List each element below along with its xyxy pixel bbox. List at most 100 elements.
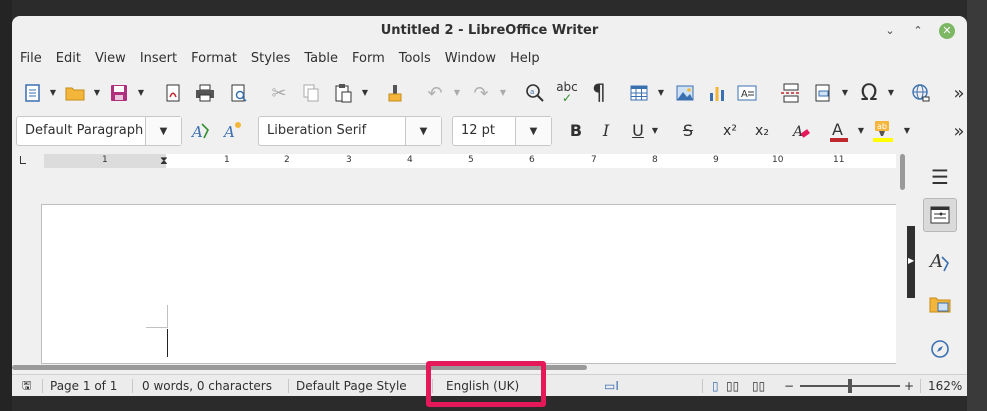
highlight-color-dropdown-arrow[interactable]: ▼ <box>902 124 912 138</box>
page-count[interactable]: Page 1 of 1 <box>50 375 117 397</box>
bold-button[interactable]: B <box>564 120 588 142</box>
vertical-scrollbar-thumb[interactable] <box>900 154 905 190</box>
new-style-icon[interactable]: A <box>220 118 246 144</box>
spellcheck-icon[interactable]: abc ✓ <box>554 80 580 106</box>
subscript-button[interactable]: x₂ <box>750 120 774 142</box>
font-color-icon[interactable]: A <box>826 118 852 144</box>
open-dropdown-arrow[interactable]: ▼ <box>92 86 102 100</box>
find-replace-icon[interactable]: a <box>522 80 548 106</box>
word-count[interactable]: 0 words, 0 characters <box>142 375 272 397</box>
zoom-in-button[interactable]: + <box>904 375 914 397</box>
menu-window[interactable]: Window <box>438 48 503 70</box>
font-name-value[interactable]: Liberation Serif <box>267 117 407 145</box>
sidebar-gallery-icon[interactable] <box>923 288 957 322</box>
document-modified-icon[interactable]: 🖫 <box>22 375 31 397</box>
copy-icon[interactable] <box>298 80 324 106</box>
menu-format[interactable]: Format <box>184 48 244 70</box>
svg-text:A: A <box>791 124 803 140</box>
formatting-marks-icon[interactable]: ¶ <box>586 80 612 106</box>
save-icon[interactable] <box>106 80 132 106</box>
undo-icon[interactable]: ↶ <box>422 80 448 106</box>
new-document-icon[interactable] <box>20 80 46 106</box>
font-color-dropdown-arrow[interactable]: ▼ <box>856 124 866 138</box>
zoom-out-button[interactable]: − <box>784 375 794 397</box>
paragraph-style-combo[interactable]: Default Paragraph ▼ <box>16 116 182 146</box>
ruler-label: 1 <box>102 155 108 165</box>
export-pdf-icon[interactable] <box>160 80 186 106</box>
zoom-level[interactable]: 162% <box>928 375 962 397</box>
menu-view[interactable]: View <box>88 48 133 70</box>
strikethrough-button[interactable]: S <box>676 120 700 142</box>
zoom-slider-knob[interactable] <box>848 379 852 393</box>
document-page[interactable] <box>41 204 896 364</box>
ruler-label: 1 <box>224 155 230 165</box>
insert-textbox-icon[interactable]: A <box>734 80 760 106</box>
book-view-icon[interactable]: ▯▯ <box>752 375 765 397</box>
single-page-view-icon[interactable]: ▯ <box>712 375 719 397</box>
paste-icon[interactable] <box>330 80 356 106</box>
hyperlink-icon[interactable] <box>908 80 934 106</box>
insert-field-dropdown-arrow[interactable]: ▼ <box>840 86 850 100</box>
underline-dropdown-arrow[interactable]: ▼ <box>650 124 660 138</box>
menu-form[interactable]: Form <box>345 48 392 70</box>
special-character-icon[interactable]: Ω <box>856 80 882 106</box>
font-size-combo[interactable]: 12 pt ▼ <box>452 116 552 146</box>
minimize-button[interactable]: ⌄ <box>882 23 898 39</box>
page-style[interactable]: Default Page Style <box>296 375 407 397</box>
menu-tools[interactable]: Tools <box>392 48 438 70</box>
more-formatting-toolbar-button[interactable]: » <box>946 118 967 144</box>
insert-chart-icon[interactable] <box>704 80 730 106</box>
sidebar-navigator-icon[interactable] <box>923 332 957 366</box>
superscript-button[interactable]: x² <box>718 120 742 142</box>
indent-marker-icon[interactable]: ⧗ <box>160 154 170 168</box>
horizontal-ruler[interactable]: ⧗ 1 1 2 3 4 5 6 7 8 9 10 11 <box>12 154 902 172</box>
svg-text:ab: ab <box>877 122 887 131</box>
font-name-dropdown-arrow[interactable]: ▼ <box>405 117 441 145</box>
font-size-value[interactable]: 12 pt <box>461 117 519 145</box>
clone-formatting-icon[interactable] <box>382 80 408 106</box>
menu-table[interactable]: Table <box>297 48 345 70</box>
insert-table-icon[interactable] <box>626 80 652 106</box>
sidebar-collapse-handle[interactable]: ▶ <box>907 226 915 298</box>
sidebar-properties-icon[interactable] <box>923 198 957 232</box>
menu-insert[interactable]: Insert <box>133 48 184 70</box>
more-standard-toolbar-button[interactable]: » <box>946 80 967 106</box>
print-icon[interactable] <box>192 80 218 106</box>
page-break-icon[interactable] <box>778 80 804 106</box>
close-button[interactable]: ✕ <box>939 23 955 39</box>
sidebar-styles-icon[interactable]: A <box>923 244 957 278</box>
save-dropdown-arrow[interactable]: ▼ <box>136 86 146 100</box>
cut-icon[interactable]: ✂ <box>266 80 292 106</box>
multi-page-view-icon[interactable]: ▯▯ <box>726 375 739 397</box>
undo-dropdown-arrow[interactable]: ▼ <box>452 86 462 100</box>
insert-mode-icon[interactable]: ▭I <box>604 375 619 397</box>
menu-help[interactable]: Help <box>503 48 547 70</box>
italic-button[interactable]: I <box>594 120 618 142</box>
maximize-button[interactable]: ⌃ <box>910 23 926 39</box>
title-bar[interactable]: Untitled 2 - LibreOffice Writer ⌄ ⌃ ✕ <box>12 16 967 46</box>
update-style-icon[interactable]: A <box>188 118 214 144</box>
menu-edit[interactable]: Edit <box>49 48 88 70</box>
highlight-color-icon[interactable]: ab <box>870 118 896 144</box>
new-dropdown-arrow[interactable]: ▼ <box>48 86 58 100</box>
clear-formatting-icon[interactable]: A <box>788 118 814 144</box>
underline-button[interactable]: U <box>626 120 650 142</box>
font-size-dropdown-arrow[interactable]: ▼ <box>515 117 551 145</box>
font-name-combo[interactable]: Liberation Serif ▼ <box>258 116 442 146</box>
insert-table-dropdown-arrow[interactable]: ▼ <box>656 86 666 100</box>
print-preview-icon[interactable] <box>226 80 252 106</box>
tab-stop-type-icon[interactable] <box>20 156 26 164</box>
sidebar-menu-icon[interactable]: ☰ <box>923 160 957 194</box>
special-character-dropdown-arrow[interactable]: ▼ <box>886 86 896 100</box>
insert-image-icon[interactable] <box>672 80 698 106</box>
paragraph-style-value[interactable]: Default Paragraph <box>25 117 147 145</box>
open-folder-icon[interactable] <box>62 80 88 106</box>
menu-file[interactable]: File <box>12 48 49 70</box>
redo-dropdown-arrow[interactable]: ▼ <box>498 86 508 100</box>
menu-styles[interactable]: Styles <box>244 48 297 70</box>
redo-icon[interactable]: ↷ <box>468 80 494 106</box>
window-title: Untitled 2 - LibreOffice Writer <box>380 23 599 38</box>
paste-dropdown-arrow[interactable]: ▼ <box>360 86 370 100</box>
insert-field-icon[interactable] <box>810 80 836 106</box>
paragraph-style-dropdown-arrow[interactable]: ▼ <box>145 117 181 145</box>
